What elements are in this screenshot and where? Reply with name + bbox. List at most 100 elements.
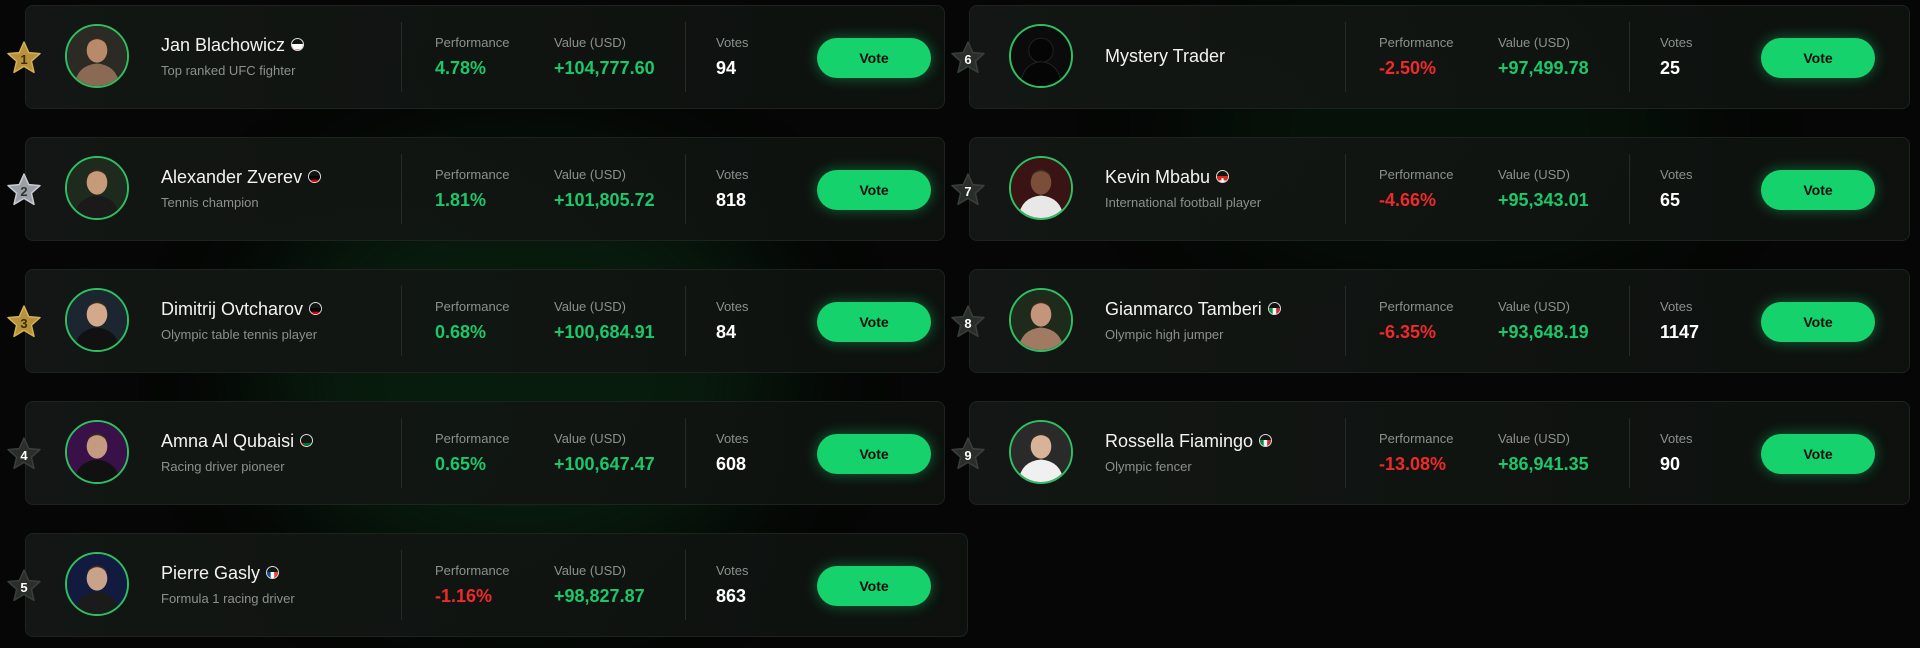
value-value: +98,827.87 (554, 586, 645, 606)
uae-flag-icon (300, 433, 314, 447)
trader-name: Pierre Gasly (161, 563, 280, 584)
column-divider (1629, 286, 1630, 356)
avatar (65, 24, 129, 88)
performance-value: 1.81% (435, 190, 487, 210)
trader-card (25, 137, 945, 241)
column-divider (685, 550, 686, 620)
votes-value: 863 (716, 586, 747, 606)
value-value: +86,941.35 (1498, 454, 1589, 474)
rank-number: 5 (20, 580, 28, 595)
rank-number: 9 (964, 448, 972, 463)
trader-card (25, 401, 945, 505)
trader-card (25, 269, 945, 373)
votes-label: Votes (716, 563, 749, 578)
vote-button[interactable]: Vote (817, 566, 931, 606)
column-divider (685, 418, 686, 488)
trader-card (25, 5, 945, 109)
value-value: +97,499.78 (1498, 58, 1589, 78)
avatar (1009, 156, 1073, 220)
rank-number: 7 (964, 184, 972, 199)
votes-value: 84 (716, 322, 737, 342)
performance-label: Performance (1379, 431, 1454, 446)
performance-value: -13.08% (1379, 454, 1447, 474)
trader-name-text: Kevin Mbabu (1105, 167, 1211, 187)
vote-button[interactable]: Vote (1761, 170, 1875, 210)
performance-label: Performance (1379, 299, 1454, 314)
germany-flag-icon (309, 301, 323, 315)
avatar (65, 552, 129, 616)
trader-name: Rossella Fiamingo (1105, 431, 1273, 452)
rank-number: 6 (964, 52, 972, 67)
vote-button[interactable]: Vote (1761, 434, 1875, 474)
performance-label: Performance (435, 431, 510, 446)
column-divider (1629, 22, 1630, 92)
votes-value: 94 (716, 58, 737, 78)
value-label: Value (USD) (554, 299, 627, 314)
trader-subtitle: Olympic fencer (1105, 459, 1192, 474)
column-divider (685, 154, 686, 224)
trader-name: Jan Blachowicz (161, 35, 305, 56)
performance-label: Performance (435, 299, 510, 314)
vote-button[interactable]: Vote (817, 302, 931, 342)
column-divider (1345, 286, 1346, 356)
avatar (65, 156, 129, 220)
value-value: +100,647.47 (554, 454, 655, 474)
avatar (1009, 420, 1073, 484)
performance-label: Performance (1379, 35, 1454, 50)
vote-button[interactable]: Vote (817, 434, 931, 474)
poland-flag-icon (291, 37, 305, 51)
value-label: Value (USD) (554, 167, 627, 182)
trader-name: Alexander Zverev (161, 167, 322, 188)
trader-name: Gianmarco Tamberi (1105, 299, 1281, 320)
votes-value: 25 (1660, 58, 1681, 78)
trader-subtitle: Olympic table tennis player (161, 327, 318, 342)
votes-label: Votes (1660, 431, 1693, 446)
column-divider (1629, 154, 1630, 224)
value-label: Value (USD) (1498, 35, 1571, 50)
france-flag-icon (266, 565, 280, 579)
value-value: +101,805.72 (554, 190, 655, 210)
votes-label: Votes (716, 431, 749, 446)
performance-value: 0.65% (435, 454, 487, 474)
column-divider (1345, 154, 1346, 224)
column-divider (401, 418, 402, 488)
germany-flag-icon (308, 169, 322, 183)
value-label: Value (USD) (1498, 167, 1571, 182)
value-label: Value (USD) (554, 35, 627, 50)
column-divider (1345, 22, 1346, 92)
column-divider (401, 286, 402, 356)
performance-value: -6.35% (1379, 322, 1437, 342)
trader-name-text: Amna Al Qubaisi (161, 431, 295, 451)
rank-number: 2 (20, 184, 28, 199)
vote-button[interactable]: Vote (1761, 38, 1875, 78)
trader-name: Kevin Mbabu (1105, 167, 1230, 188)
rank-star-icon: 2 (6, 172, 42, 208)
vote-button[interactable]: Vote (817, 38, 931, 78)
vote-button[interactable]: Vote (817, 170, 931, 210)
votes-value: 65 (1660, 190, 1681, 210)
performance-value: 0.68% (435, 322, 487, 342)
trader-name-text: Jan Blachowicz (161, 35, 286, 55)
italy-flag-icon (1259, 433, 1273, 447)
value-label: Value (USD) (554, 431, 627, 446)
avatar (1009, 24, 1073, 88)
rank-star-icon: 8 (950, 304, 986, 340)
trader-subtitle: International football player (1105, 195, 1262, 210)
column-divider (1629, 418, 1630, 488)
votes-label: Votes (1660, 299, 1693, 314)
performance-label: Performance (1379, 167, 1454, 182)
rank-star-icon: 1 (6, 40, 42, 76)
avatar (1009, 288, 1073, 352)
rank-star-icon: 9 (950, 436, 986, 472)
performance-label: Performance (435, 167, 510, 182)
rank-star-icon: 5 (6, 568, 42, 604)
trader-name-text: Mystery Trader (1105, 46, 1226, 66)
rank-number: 3 (20, 316, 28, 331)
trader-name-text: Dimitrij Ovtcharov (161, 299, 304, 319)
trader-name-text: Rossella Fiamingo (1105, 431, 1254, 451)
value-label: Value (USD) (1498, 431, 1571, 446)
performance-value: -4.66% (1379, 190, 1437, 210)
vote-button[interactable]: Vote (1761, 302, 1875, 342)
italy-flag-icon (1267, 301, 1281, 315)
votes-label: Votes (716, 35, 749, 50)
